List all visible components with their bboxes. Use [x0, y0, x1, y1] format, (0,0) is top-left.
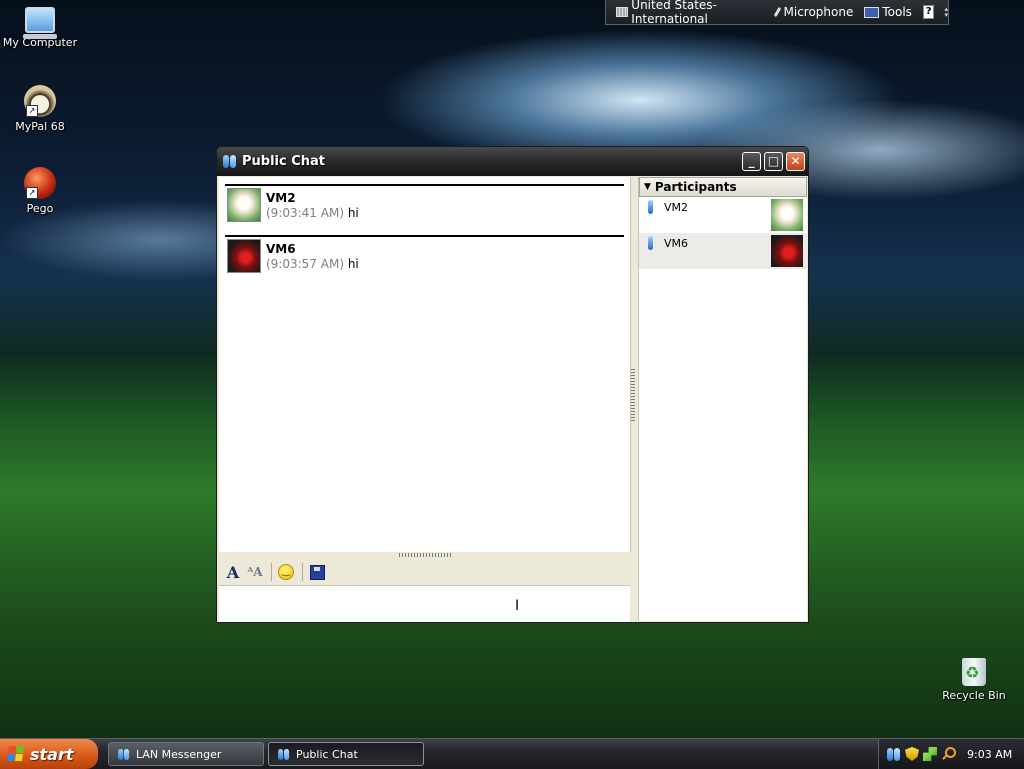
network-icon[interactable] [923, 747, 937, 761]
splitter-grip [399, 553, 453, 557]
message-time: (9:03:57 AM) [266, 257, 344, 271]
message-text: hi [347, 257, 359, 271]
participant-name: VM6 [664, 237, 689, 250]
avatar [227, 239, 261, 273]
tools-button[interactable]: Tools [864, 5, 912, 19]
taskbar-button-lan-messenger[interactable]: LAN Messenger [108, 742, 264, 766]
message-time: (9:03:41 AM) [266, 206, 344, 220]
start-label: start [30, 744, 74, 764]
computer-icon [23, 7, 57, 39]
message-text: hi [347, 206, 359, 220]
public-chat-window: Public Chat _ □ ✕ VM2 (9:03:41 AM) hi VM… [216, 146, 809, 623]
window-titlebar[interactable]: Public Chat _ □ ✕ [217, 147, 808, 176]
participant-item[interactable]: VM6 [639, 233, 807, 269]
user-status-icon [648, 236, 653, 250]
message-input[interactable] [219, 586, 630, 622]
font-button[interactable]: A [223, 562, 243, 582]
clock[interactable]: 9:03 AM [967, 748, 1012, 761]
minimize-button[interactable]: _ [742, 152, 761, 171]
desktop-icon-my-computer[interactable]: My Computer [0, 3, 80, 49]
font-color-icon: ᴬA [247, 565, 263, 579]
language-bar: United States-International Microphone T… [605, 0, 949, 26]
smiley-icon: ‿ [278, 564, 294, 580]
avatar [227, 188, 261, 222]
window-title: Public Chat [242, 154, 326, 169]
participant-item[interactable]: VM2 [639, 197, 807, 233]
keyboard-icon [616, 7, 629, 17]
user-status-icon [648, 200, 653, 214]
horizontal-splitter[interactable] [219, 552, 630, 559]
chat-message: VM2 (9:03:41 AM) hi [225, 184, 624, 234]
maximize-button[interactable]: □ [764, 152, 783, 171]
shortcut-arrow-icon: ↗ [26, 105, 38, 117]
message-sender: VM6 [266, 242, 296, 256]
pego-icon: ↗ [24, 167, 56, 199]
message-line: (9:03:41 AM) hi [266, 206, 359, 220]
lan-messenger-icon [278, 748, 290, 761]
message-sender: VM2 [266, 191, 296, 205]
desktop-icon-pego[interactable]: ↗ Pego [0, 167, 80, 215]
help-icon[interactable]: ? [922, 5, 935, 19]
language-label: United States-International [631, 0, 717, 26]
chat-message: VM6 (9:03:57 AM) hi [225, 235, 624, 285]
windows-logo-icon [7, 746, 25, 762]
recycle-bin-icon [962, 658, 986, 686]
desktop-icon-mypal[interactable]: ↗ MyPal 68 [0, 85, 80, 133]
chat-history[interactable]: VM2 (9:03:41 AM) hi VM6 (9:03:57 AM) hi [219, 177, 631, 552]
tools-label: Tools [882, 5, 912, 19]
participant-name: VM2 [664, 201, 689, 214]
font-color-button[interactable]: ᴬA [245, 562, 265, 582]
toolbar-separator [271, 563, 272, 581]
search-icon[interactable] [941, 747, 956, 761]
font-icon: A [226, 562, 240, 582]
lan-messenger-icon [118, 748, 130, 761]
avatar [771, 235, 803, 267]
mypal-browser-icon: ↗ [24, 85, 56, 117]
text-cursor-icon: I [515, 598, 520, 614]
collapse-arrow-icon: ▼ [644, 182, 651, 192]
format-toolbar: A ᴬA ‿ [219, 559, 630, 585]
desktop-icon-recycle-bin[interactable]: Recycle Bin [934, 658, 1014, 702]
lan-messenger-icon [223, 154, 237, 169]
avatar [771, 199, 803, 231]
start-button[interactable]: start [0, 739, 98, 769]
microphone-label: Microphone [783, 5, 854, 19]
system-tray: 9:03 AM [878, 739, 1024, 769]
tools-icon [864, 6, 880, 18]
taskbar-button-label: LAN Messenger [136, 747, 222, 761]
desktop-icon-label: Pego [26, 202, 54, 215]
taskbar-button-label: Public Chat [296, 747, 358, 761]
taskbar: start LAN Messenger Public Chat 9:03 AM [0, 738, 1024, 769]
close-button[interactable]: ✕ [786, 152, 805, 171]
save-icon [309, 564, 325, 580]
microphone-icon [771, 6, 781, 18]
participants-header[interactable]: ▼ Participants [639, 177, 807, 197]
desktop-icon-label: Recycle Bin [942, 689, 1006, 702]
language-selector[interactable]: United States-International [616, 0, 760, 26]
microphone-button[interactable]: Microphone [771, 5, 854, 19]
message-input-box[interactable]: I [219, 585, 630, 622]
lan-messenger-tray-icon[interactable] [887, 747, 901, 761]
desktop-icon-label: MyPal 68 [15, 120, 65, 133]
toolbar-separator [302, 563, 303, 581]
shortcut-arrow-icon: ↗ [26, 187, 38, 199]
save-button[interactable] [307, 562, 327, 582]
taskbar-button-public-chat[interactable]: Public Chat [268, 742, 424, 766]
message-line: (9:03:57 AM) hi [266, 257, 359, 271]
participants-title: Participants [654, 180, 737, 194]
langbar-options-icon[interactable]: ▴ ▾ [944, 6, 948, 19]
emoticon-button[interactable]: ‿ [276, 562, 296, 582]
participants-panel: ▼ Participants VM2 VM6 [638, 177, 807, 621]
shield-icon[interactable] [905, 747, 919, 761]
vertical-splitter[interactable] [631, 367, 635, 421]
